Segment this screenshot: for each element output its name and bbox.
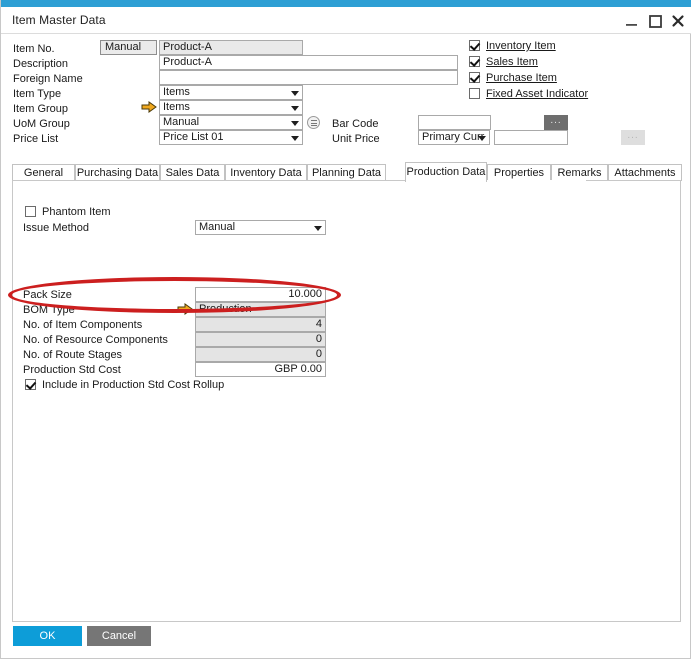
checkbox-include-in-std-cost-rollup[interactable]: Include in Production Std Cost Rollup bbox=[25, 379, 224, 391]
checkbox-phantom-item[interactable]: Phantom Item bbox=[25, 206, 110, 218]
price-list-value: Price List 01 bbox=[163, 131, 224, 143]
tab-planning-data[interactable]: Planning Data bbox=[307, 164, 386, 181]
checkbox-label-purchase-item: Purchase Item bbox=[486, 72, 557, 84]
production-data-panel bbox=[12, 180, 681, 622]
label-bom-type: BOM Type bbox=[23, 304, 75, 316]
cancel-button[interactable]: Cancel bbox=[87, 626, 151, 646]
pack-size-field[interactable]: 10.000 bbox=[195, 287, 326, 302]
checkbox-icon bbox=[469, 56, 480, 67]
chevron-down-icon bbox=[291, 106, 299, 111]
chevron-down-icon bbox=[291, 121, 299, 126]
checkbox-fixed-asset-indicator[interactable]: Fixed Asset Indicator bbox=[469, 88, 588, 100]
checkbox-purchase-item[interactable]: Purchase Item bbox=[469, 72, 557, 84]
checkbox-icon bbox=[469, 88, 480, 99]
tab-inventory-data[interactable]: Inventory Data bbox=[225, 164, 307, 181]
label-item-components: No. of Item Components bbox=[23, 319, 142, 331]
unit-price-browse-button: ... bbox=[621, 130, 645, 145]
checkbox-sales-item[interactable]: Sales Item bbox=[469, 56, 538, 68]
label-item-no: Item No. bbox=[13, 43, 55, 55]
tab-production-data[interactable]: Production Data bbox=[405, 162, 487, 182]
label-price-list: Price List bbox=[13, 133, 58, 145]
title-bar: Item Master Data bbox=[1, 7, 691, 34]
item-group-select[interactable]: Items bbox=[159, 100, 303, 115]
price-list-select[interactable]: Price List 01 bbox=[159, 130, 303, 145]
issue-method-select[interactable]: Manual bbox=[195, 220, 326, 235]
header-form: Item No. Description Foreign Name Item T… bbox=[1, 34, 691, 149]
unit-price-currency-value: Primary Curr bbox=[422, 131, 484, 143]
tab-sales-data[interactable]: Sales Data bbox=[160, 164, 225, 181]
item-group-value: Items bbox=[163, 101, 190, 113]
tab-attachments[interactable]: Attachments bbox=[608, 164, 682, 181]
maximize-icon[interactable] bbox=[646, 12, 664, 30]
checkbox-icon bbox=[25, 206, 36, 217]
item-type-value: Items bbox=[163, 86, 190, 98]
description-field[interactable]: Product-A bbox=[159, 55, 458, 70]
checkbox-icon bbox=[25, 379, 36, 390]
item-no-field[interactable]: Product-A bbox=[159, 40, 303, 55]
checkbox-label-include-rollup: Include in Production Std Cost Rollup bbox=[42, 379, 224, 391]
minimize-icon[interactable] bbox=[623, 12, 641, 30]
item-type-select[interactable]: Items bbox=[159, 85, 303, 100]
label-bar-code: Bar Code bbox=[332, 118, 378, 130]
label-item-group: Item Group bbox=[13, 103, 68, 115]
bom-type-pointer-arrow bbox=[177, 303, 193, 315]
checkbox-label-inventory-item: Inventory Item bbox=[486, 40, 556, 52]
item-group-pointer-arrow bbox=[141, 101, 157, 113]
label-production-std-cost: Production Std Cost bbox=[23, 364, 121, 376]
checkbox-label-fixed-asset-indicator: Fixed Asset Indicator bbox=[486, 88, 588, 100]
label-uom-group: UoM Group bbox=[13, 118, 70, 130]
tab-properties[interactable]: Properties bbox=[487, 164, 551, 181]
bar-code-field[interactable] bbox=[418, 115, 491, 130]
label-description: Description bbox=[13, 58, 68, 70]
bom-type-field: Production bbox=[195, 302, 326, 317]
item-master-data-window: Item Master Data Item No. Description Fo… bbox=[0, 0, 691, 659]
uom-group-list-icon[interactable] bbox=[307, 116, 320, 129]
close-icon[interactable] bbox=[669, 12, 687, 30]
item-no-manual-button[interactable]: Manual bbox=[100, 40, 157, 55]
tab-purchasing-data[interactable]: Purchasing Data bbox=[75, 164, 160, 181]
unit-price-currency-select[interactable]: Primary Curr bbox=[418, 130, 490, 145]
label-item-type: Item Type bbox=[13, 88, 61, 100]
foreign-name-field[interactable] bbox=[159, 70, 458, 85]
chevron-down-icon bbox=[314, 226, 322, 231]
window-accent-strip bbox=[1, 0, 691, 7]
checkbox-label-phantom-item: Phantom Item bbox=[42, 206, 110, 218]
uom-group-select[interactable]: Manual bbox=[159, 115, 303, 130]
item-components-field: 4 bbox=[195, 317, 326, 332]
resource-components-field: 0 bbox=[195, 332, 326, 347]
checkbox-icon bbox=[469, 40, 480, 51]
label-issue-method: Issue Method bbox=[23, 222, 89, 234]
unit-price-field[interactable] bbox=[494, 130, 568, 145]
label-route-stages: No. of Route Stages bbox=[23, 349, 122, 361]
chevron-down-icon bbox=[291, 136, 299, 141]
issue-method-value: Manual bbox=[199, 221, 235, 233]
production-std-cost-field: GBP 0.00 bbox=[195, 362, 326, 377]
tab-general[interactable]: General bbox=[12, 164, 75, 181]
label-foreign-name: Foreign Name bbox=[13, 73, 83, 85]
label-pack-size: Pack Size bbox=[23, 289, 72, 301]
uom-group-value: Manual bbox=[163, 116, 199, 128]
checkbox-icon bbox=[469, 72, 480, 83]
checkbox-label-sales-item: Sales Item bbox=[486, 56, 538, 68]
tab-bar: General Purchasing Data Sales Data Inven… bbox=[12, 162, 682, 181]
route-stages-field: 0 bbox=[195, 347, 326, 362]
chevron-down-icon bbox=[478, 136, 486, 141]
bar-code-browse-button[interactable]: ... bbox=[544, 115, 568, 130]
label-resource-components: No. of Resource Components bbox=[23, 334, 168, 346]
label-unit-price: Unit Price bbox=[332, 133, 380, 145]
page-title: Item Master Data bbox=[12, 13, 106, 27]
tab-remarks[interactable]: Remarks bbox=[551, 164, 608, 181]
checkbox-inventory-item[interactable]: Inventory Item bbox=[469, 40, 556, 52]
chevron-down-icon bbox=[291, 91, 299, 96]
ok-button[interactable]: OK bbox=[13, 626, 82, 646]
